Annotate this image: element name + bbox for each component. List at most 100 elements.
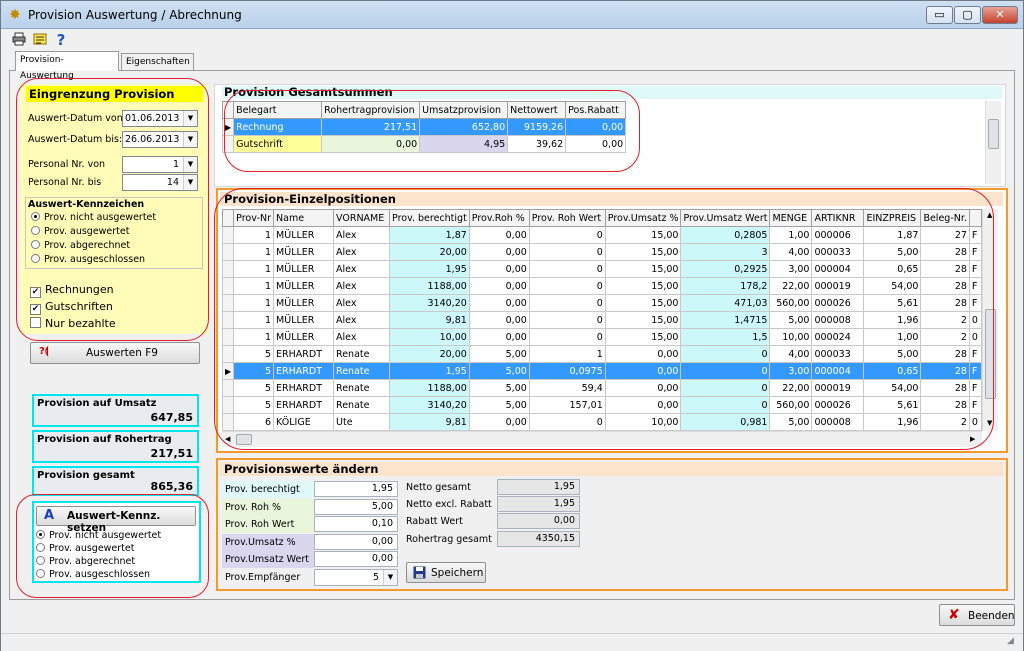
table-cell[interactable]: 000006 — [811, 226, 865, 244]
column-header[interactable]: Prov. berechtigt — [389, 209, 470, 227]
table-cell[interactable]: 28 — [920, 277, 970, 295]
radio-button[interactable] — [36, 556, 45, 565]
checkbox[interactable]: ✔ — [30, 304, 41, 315]
table-cell[interactable]: 15,00 — [604, 260, 682, 278]
table-cell[interactable]: 0,0975 — [528, 362, 606, 380]
table-cell[interactable]: 1,00 — [769, 226, 813, 244]
personal-from-select[interactable]: 1 ▼ — [122, 156, 198, 173]
table-cell[interactable]: 0,00 — [468, 328, 530, 346]
table-cell[interactable]: 5,00 — [468, 345, 530, 363]
table-cell[interactable]: 15,00 — [604, 243, 682, 261]
scroll-thumb[interactable] — [988, 119, 999, 149]
save-button[interactable]: Speichern — [406, 562, 486, 583]
table-cell[interactable]: Alex — [333, 243, 391, 261]
table-cell[interactable]: 1 — [233, 260, 275, 278]
radio-option[interactable]: Prov. ausgeschlossen — [31, 254, 145, 265]
tab-provision-auswertung[interactable]: Provision-Auswertung — [15, 51, 119, 81]
table-cell[interactable]: 0,00 — [468, 413, 530, 431]
table-cell[interactable]: 3,00 — [769, 260, 813, 278]
radio-option[interactable]: Prov. ausgeschlossen — [36, 569, 150, 580]
table-cell[interactable]: MÜLLER — [273, 243, 335, 261]
minimize-button[interactable]: ▭ — [926, 6, 953, 24]
column-header[interactable]: EINZPREIS — [863, 209, 922, 227]
table-cell[interactable]: 4,95 — [419, 135, 509, 153]
table-row[interactable]: 1 MÜLLER Alex 1188,00 0,00 0 15,00 178,2 22,00 00… — [222, 277, 982, 295]
table-cell[interactable]: 0,00 — [565, 118, 627, 136]
table-cell[interactable]: 000024 — [811, 328, 865, 346]
table-cell[interactable]: 5,00 — [863, 243, 922, 261]
table-cell[interactable]: 000026 — [811, 396, 865, 414]
table-cell[interactable]: 217,51 — [321, 118, 421, 136]
table-row[interactable]: 1 MÜLLER Alex 9,81 0,00 0 15,00 1,4715 5,00 00000… — [222, 311, 982, 329]
table-row[interactable]: 1 MÜLLER Alex 1,87 0,00 0 15,00 0,2805 1,00 00000… — [222, 226, 982, 244]
column-header[interactable]: Nettowert — [507, 101, 567, 119]
table-cell[interactable]: 560,00 — [769, 396, 813, 414]
table-cell[interactable]: 0,65 — [863, 260, 922, 278]
table-cell[interactable]: MÜLLER — [273, 277, 335, 295]
table-cell[interactable]: 0 — [528, 260, 606, 278]
table-cell[interactable]: 000019 — [811, 277, 865, 295]
table-cell[interactable]: 1 — [528, 345, 606, 363]
table-cell[interactable]: 6 — [233, 413, 275, 431]
table-cell[interactable]: 560,00 — [769, 294, 813, 312]
table-cell[interactable]: 1,4715 — [680, 311, 771, 329]
table-cell[interactable]: 3140,20 — [389, 396, 470, 414]
scroll-thumb[interactable] — [236, 434, 252, 445]
chevron-down-icon[interactable]: ▼ — [183, 175, 197, 190]
table-cell[interactable]: Renate — [333, 362, 391, 380]
table-cell[interactable]: 0,00 — [321, 135, 421, 153]
close-button[interactable]: ✕ — [982, 6, 1018, 24]
table-cell[interactable]: 1 — [233, 277, 275, 295]
edit-field-input[interactable]: 1,95 — [314, 481, 398, 497]
checkbox-option[interactable]: ✔ Rechnungen — [30, 283, 114, 298]
positions-scrollbar[interactable]: ▲ ▼ — [982, 209, 998, 431]
edit-field-input[interactable]: 0,00 — [314, 533, 398, 550]
title-bar[interactable]: ✸ Provision Auswertung / Abrechnung ▭ ▢ … — [1, 1, 1023, 29]
table-cell[interactable]: 20,00 — [389, 243, 470, 261]
table-cell[interactable]: 0 — [680, 379, 771, 397]
table-cell[interactable]: 0,2805 — [680, 226, 771, 244]
table-cell[interactable]: 9,81 — [389, 413, 470, 431]
table-cell[interactable]: F — [968, 243, 982, 261]
table-cell[interactable]: 2 — [920, 311, 970, 329]
table-cell[interactable]: 1 — [233, 243, 275, 261]
table-cell[interactable]: 59,4 — [528, 379, 606, 397]
table-cell[interactable]: 0,00 — [604, 396, 682, 414]
column-header[interactable]: Belegart — [233, 101, 323, 119]
table-cell[interactable]: F — [968, 226, 982, 244]
settings-list-icon[interactable] — [32, 32, 48, 48]
column-header[interactable]: Prov-Nr — [233, 209, 275, 227]
evaluate-button[interactable]: ?⟬ Auswerten F9 — [30, 342, 200, 364]
date-to-picker[interactable]: 26.06.2013 ▼ — [122, 131, 198, 148]
table-cell[interactable]: 39,62 — [507, 135, 567, 153]
table-cell[interactable]: 54,00 — [863, 277, 922, 295]
table-cell[interactable]: 1188,00 — [389, 277, 470, 295]
column-header[interactable]: Prov. Roh Wert — [528, 209, 606, 227]
table-cell[interactable]: 28 — [920, 243, 970, 261]
table-cell[interactable]: 0 — [680, 396, 771, 414]
column-header[interactable]: Name — [273, 209, 335, 227]
table-cell[interactable]: Alex — [333, 277, 391, 295]
table-cell[interactable]: 1 — [233, 328, 275, 346]
table-cell[interactable]: 1,87 — [389, 226, 470, 244]
totals-scrollbar[interactable] — [985, 101, 1001, 184]
radio-button[interactable] — [36, 530, 45, 539]
table-cell[interactable]: 0 — [528, 226, 606, 244]
scroll-left-icon[interactable]: ◀ — [225, 435, 230, 443]
table-cell[interactable]: 000033 — [811, 243, 865, 261]
table-row[interactable]: 6 KÖLIGE Ute 9,81 0,00 0 10,00 0,981 5,00 000008 1… — [222, 413, 982, 431]
resize-grip-icon[interactable]: ◢ — [1007, 636, 1014, 646]
table-cell[interactable]: 0 — [528, 413, 606, 431]
table-cell[interactable]: 3140,20 — [389, 294, 470, 312]
table-cell[interactable]: 10,00 — [604, 413, 682, 431]
radio-option[interactable]: Prov. ausgewertet — [36, 543, 134, 554]
table-cell[interactable]: 0,00 — [468, 260, 530, 278]
table-cell[interactable]: 28 — [920, 294, 970, 312]
positions-table[interactable]: Prov-Nr Name VORNAME Prov. berechtigt Prov.R… — [222, 209, 982, 431]
table-cell[interactable]: 178,2 — [680, 277, 771, 295]
table-cell[interactable]: 1 — [233, 226, 275, 244]
table-cell[interactable]: MÜLLER — [273, 294, 335, 312]
table-cell[interactable]: 0,00 — [604, 345, 682, 363]
table-cell[interactable]: 27 — [920, 226, 970, 244]
table-cell[interactable]: 54,00 — [863, 379, 922, 397]
